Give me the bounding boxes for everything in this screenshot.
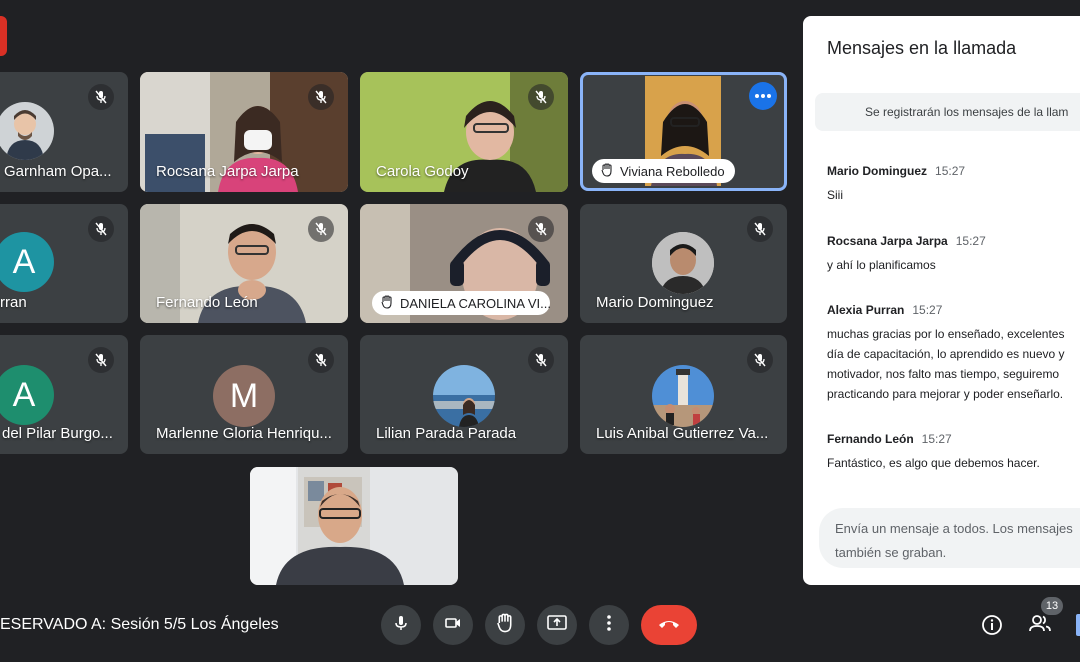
participant-tile[interactable]: Mario Dominguez bbox=[580, 204, 787, 323]
avatar bbox=[433, 365, 495, 427]
hand-icon bbox=[495, 613, 515, 638]
avatar bbox=[652, 232, 714, 294]
participant-tile[interactable]: A rran bbox=[0, 204, 128, 323]
more-options-icon[interactable] bbox=[749, 82, 777, 110]
raised-hand-badge: DANIELA CAROLINA VI... bbox=[372, 291, 551, 315]
participant-name: Carola Godoy bbox=[376, 163, 469, 180]
chat-time: 15:27 bbox=[921, 432, 952, 446]
meeting-details-button[interactable] bbox=[981, 614, 1005, 638]
avatar-initial: A bbox=[12, 242, 36, 281]
participant-tile[interactable]: Lilian Parada Parada bbox=[360, 335, 568, 454]
mic-off-icon bbox=[308, 347, 334, 373]
chat-time: 15:27 bbox=[955, 234, 986, 248]
chat-message: Fernando León 15:27 Fantástico, es algo q… bbox=[827, 432, 1080, 473]
avatar-initial: A bbox=[12, 375, 36, 414]
chat-time: 15:27 bbox=[912, 303, 943, 317]
participant-name: Fernando León bbox=[156, 294, 258, 311]
more-vert-icon bbox=[607, 614, 611, 636]
chat-sender: Rocsana Jarpa Jarpa bbox=[827, 234, 948, 248]
chat-text: Fantástico, es algo que debemos hacer. bbox=[827, 456, 1040, 470]
avatar: A bbox=[0, 365, 54, 425]
avatar bbox=[0, 102, 54, 160]
participant-name: Garnham Opa... bbox=[4, 163, 112, 180]
mic-off-icon bbox=[747, 347, 773, 373]
participant-name: Lilian Parada Parada bbox=[376, 425, 517, 442]
microphone-icon bbox=[392, 614, 410, 637]
mic-off-icon bbox=[528, 84, 554, 110]
avatar-initial: M bbox=[229, 376, 259, 415]
camera-button[interactable] bbox=[433, 605, 473, 645]
mic-off-icon bbox=[528, 347, 554, 373]
participant-name: Rocsana Jarpa Jarpa bbox=[156, 163, 299, 180]
raise-hand-button[interactable] bbox=[485, 605, 525, 645]
chat-input-placeholder: Envía un mensaje a todos. Los mensajes t… bbox=[835, 521, 1073, 560]
people-count-badge: 13 bbox=[1041, 597, 1063, 615]
present-screen-button[interactable] bbox=[537, 605, 577, 645]
meeting-title: ESERVADO A: Sesión 5/5 Los Ángeles bbox=[0, 616, 279, 633]
chat-message: Rocsana Jarpa Jarpa 15:27 y ahí lo planif… bbox=[827, 234, 1080, 275]
participant-name: Viviana Rebolledo bbox=[620, 163, 725, 179]
chat-input[interactable]: Envía un mensaje a todos. Los mensajes t… bbox=[819, 508, 1080, 568]
chat-sender: Mario Dominguez bbox=[827, 164, 928, 178]
people-button[interactable] bbox=[1028, 612, 1056, 640]
participant-name: Marlenne Gloria Henriqu... bbox=[156, 425, 332, 442]
present-screen-icon bbox=[547, 614, 567, 637]
avatar: M bbox=[213, 365, 275, 427]
mic-off-icon bbox=[308, 84, 334, 110]
participant-name: rran bbox=[0, 294, 27, 311]
participant-name: Mario Dominguez bbox=[596, 294, 714, 311]
chat-text: Siii bbox=[827, 188, 844, 202]
mic-off-icon bbox=[88, 347, 114, 373]
raised-hand-badge: Viviana Rebolledo bbox=[592, 159, 735, 183]
participant-name: DANIELA CAROLINA VI... bbox=[400, 295, 551, 311]
leave-call-button[interactable] bbox=[641, 605, 697, 645]
avatar: A bbox=[0, 232, 54, 292]
recording-indicator bbox=[0, 16, 7, 56]
more-options-button[interactable] bbox=[589, 605, 629, 645]
chat-sender: Alexia Purran bbox=[827, 303, 905, 317]
avatar bbox=[652, 365, 714, 427]
people-count: 13 bbox=[1045, 600, 1059, 612]
mic-off-icon bbox=[528, 216, 554, 242]
chat-text: y ahí lo planificamos bbox=[827, 258, 936, 272]
chat-sender: Fernando León bbox=[827, 432, 914, 446]
participant-tile[interactable]: M Marlenne Gloria Henriqu... bbox=[140, 335, 348, 454]
video-feed bbox=[250, 467, 458, 585]
camera-icon bbox=[444, 614, 462, 637]
participant-name: del Pilar Burgo... bbox=[2, 425, 113, 442]
participant-tile[interactable]: Garnham Opa... bbox=[0, 72, 128, 192]
hand-icon bbox=[600, 162, 614, 180]
participant-tile[interactable]: Rocsana Jarpa Jarpa bbox=[140, 72, 348, 192]
hand-icon bbox=[380, 294, 394, 312]
mic-off-icon bbox=[88, 216, 114, 242]
chat-time: 15:27 bbox=[935, 164, 966, 178]
microphone-button[interactable] bbox=[381, 605, 421, 645]
people-icon bbox=[1028, 615, 1052, 638]
chat-recording-notice: Se registrarán los mensajes de la llam bbox=[815, 93, 1080, 131]
participant-tile[interactable]: Luis Anibal Gutierrez Va... bbox=[580, 335, 787, 454]
participant-tile[interactable]: Carola Godoy bbox=[360, 72, 568, 192]
end-call-icon bbox=[658, 616, 680, 634]
chat-message: Alexia Purran 15:27 muchas gracias por lo… bbox=[827, 303, 1080, 404]
participant-tile[interactable]: Fernando León bbox=[140, 204, 348, 323]
self-view-tile[interactable] bbox=[250, 467, 458, 585]
info-icon bbox=[981, 615, 1003, 640]
chat-title: Mensajes en la llamada bbox=[827, 38, 1017, 58]
participant-tile[interactable]: A del Pilar Burgo... bbox=[0, 335, 128, 454]
participant-tile[interactable]: DANIELA CAROLINA VI... bbox=[360, 204, 568, 323]
mic-off-icon bbox=[88, 84, 114, 110]
mic-off-icon bbox=[308, 216, 334, 242]
chat-panel: Mensajes en la llamada Se registrarán lo… bbox=[803, 16, 1080, 585]
participant-tile-speaking[interactable]: Viviana Rebolledo bbox=[580, 72, 787, 191]
chat-button-edge[interactable] bbox=[1076, 614, 1080, 636]
participant-name: Luis Anibal Gutierrez Va... bbox=[596, 425, 769, 442]
mic-off-icon bbox=[747, 216, 773, 242]
chat-message: Mario Dominguez 15:27 Siii bbox=[827, 164, 1080, 205]
chat-text: muchas gracias por lo enseñado, excelent… bbox=[827, 327, 1065, 401]
